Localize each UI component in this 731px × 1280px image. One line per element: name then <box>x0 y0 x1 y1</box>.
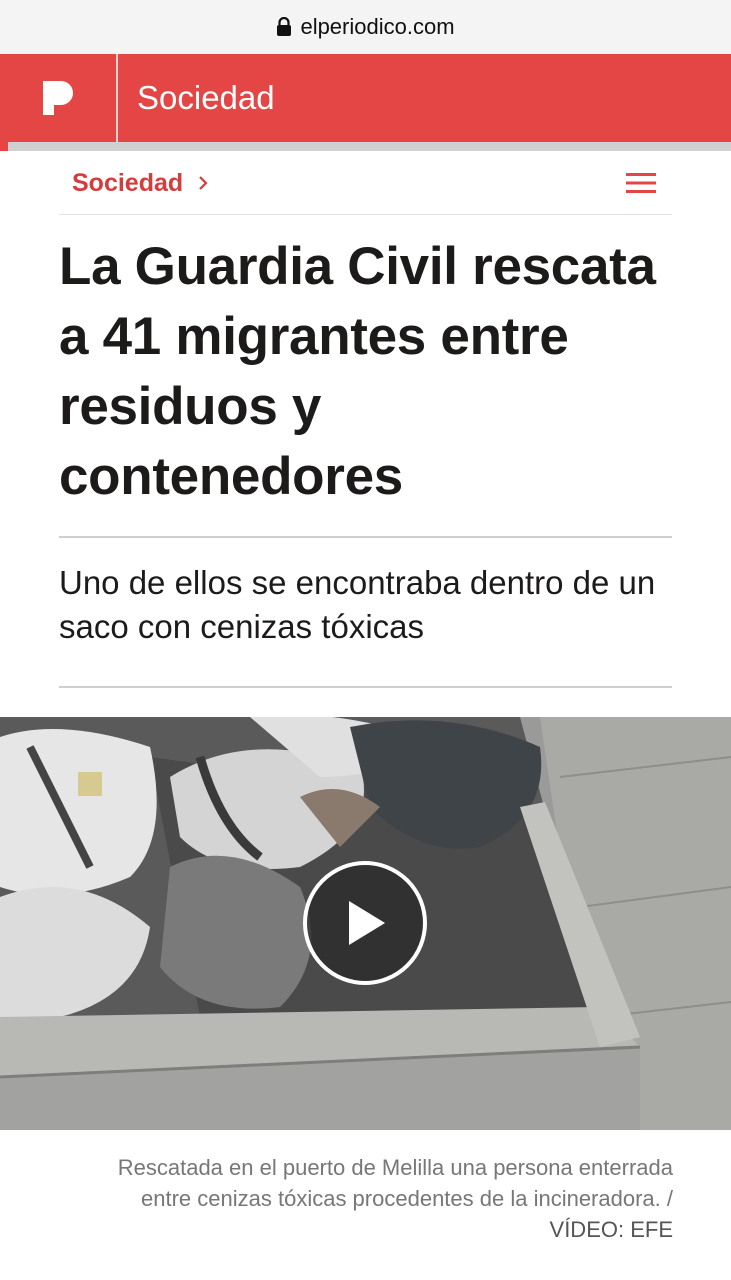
browser-url-bar[interactable]: elperiodico.com <box>0 0 731 54</box>
video-credit: VÍDEO: EFE <box>549 1217 673 1242</box>
header-section-name[interactable]: Sociedad <box>118 79 275 117</box>
caption-text: Rescatada en el puerto de Melilla una pe… <box>117 1155 673 1211</box>
headline-divider <box>59 536 672 538</box>
play-icon <box>349 901 385 945</box>
play-button[interactable] <box>303 861 427 985</box>
site-logo[interactable] <box>0 54 118 142</box>
chevron-right-icon <box>199 176 208 190</box>
breadcrumb-section-link[interactable]: Sociedad <box>72 169 183 198</box>
hamburger-menu-icon[interactable] <box>626 172 656 194</box>
logo-p-icon <box>43 81 73 115</box>
article-headline: La Guardia Civil rescata a 41 migrantes … <box>59 237 656 506</box>
url-text: elperiodico.com <box>300 14 455 39</box>
subtitle-divider <box>59 686 672 688</box>
header-divider <box>0 142 731 151</box>
video-caption: Rescatada en el puerto de Melilla una pe… <box>100 1152 673 1245</box>
site-header: Sociedad <box>0 54 731 142</box>
lock-icon <box>277 17 292 36</box>
breadcrumb[interactable]: Sociedad <box>59 169 209 198</box>
breadcrumb-bar: Sociedad <box>59 152 672 215</box>
article-subtitle: Uno de ellos se encontraba dentro de un … <box>59 564 656 645</box>
